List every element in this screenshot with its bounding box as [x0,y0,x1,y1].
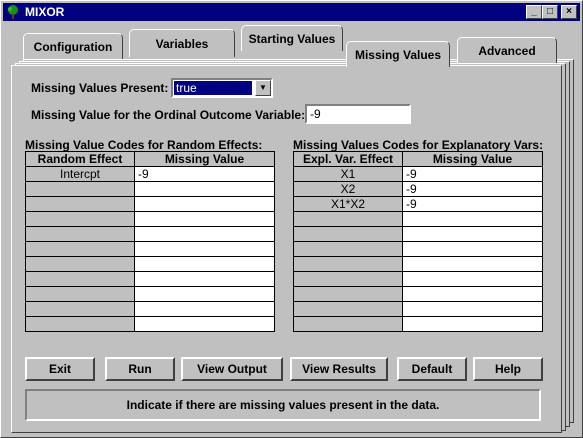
missing-value-cell[interactable] [402,301,543,317]
ordinal-missing-input[interactable]: -9 [305,104,411,124]
table-row [25,286,275,302]
table-row [25,181,275,197]
tab-configuration[interactable]: Configuration [23,33,123,59]
missing-value-cell[interactable]: -9 [402,196,543,212]
table-row [293,316,543,332]
explanatory-title: Missing Values Codes for Explanatory Var… [293,138,544,152]
effect-cell [25,211,135,227]
table-row [293,241,543,257]
missing-value-cell[interactable] [134,301,275,317]
missing-value-cell[interactable] [402,271,543,287]
chevron-down-icon[interactable]: ▼ [255,80,271,96]
tree-app-icon [8,5,18,19]
missing-value-cell[interactable] [134,256,275,272]
missing-value-cell[interactable] [134,196,275,212]
default-button[interactable]: Default [397,357,467,381]
run-button[interactable]: Run [105,357,175,381]
table-row [25,301,275,317]
effect-cell [293,301,403,317]
maximize-button[interactable]: □ [542,5,558,19]
missing-value-cell[interactable]: -9 [402,166,543,182]
table-row [25,211,275,227]
table-row: Intercpt -9 [25,166,275,182]
table-row: X1*X2 -9 [293,196,543,212]
ordinal-missing-label: Missing Value for the Ordinal Outcome Va… [31,108,306,122]
tab-variables[interactable]: Variables [129,29,235,57]
close-button[interactable]: × [561,5,577,19]
effect-cell [25,226,135,242]
column-header: Random Effect [25,151,135,167]
missing-value-cell[interactable] [402,286,543,302]
effect-cell [293,211,403,227]
column-header: Expl. Var. Effect [293,151,403,167]
table-row [293,256,543,272]
missing-value-cell[interactable] [134,211,275,227]
table-row [25,241,275,257]
table-row [293,271,543,287]
table-row [293,286,543,302]
effect-cell [293,271,403,287]
tab-advanced[interactable]: Advanced [457,37,557,63]
effect-cell [25,271,135,287]
effect-cell [25,256,135,272]
table-row: X2 -9 [293,181,543,197]
random-effects-title: Missing Value Codes for Random Effects: [25,138,263,152]
missing-value-cell[interactable] [134,271,275,287]
effect-cell [25,286,135,302]
column-header: Missing Value [134,151,275,167]
effect-cell [25,181,135,197]
help-button[interactable]: Help [473,357,543,381]
table-row [25,271,275,287]
main-window: MIXOR _ □ × Configuration Variables Star… [0,0,583,438]
table-row [25,316,275,332]
table-row: X1 -9 [293,166,543,182]
table-row [293,226,543,242]
window-title: MIXOR [25,5,65,19]
missing-present-label: Missing Values Present: [31,81,169,95]
missing-value-cell[interactable] [402,241,543,257]
table-row [25,226,275,242]
table-row [25,196,275,212]
effect-cell [25,241,135,257]
missing-value-cell[interactable] [134,226,275,242]
missing-value-cell[interactable] [402,226,543,242]
tab-starting-values[interactable]: Starting Values [241,25,343,51]
missing-present-select[interactable]: true ▼ [171,78,273,98]
missing-value-cell[interactable] [134,286,275,302]
missing-value-cell[interactable] [402,211,543,227]
effect-cell [293,316,403,332]
tab-missing-values[interactable]: Missing Values [346,41,450,67]
table-row [25,256,275,272]
effect-cell: Intercpt [25,166,135,182]
view-output-button[interactable]: View Output [181,357,283,381]
column-header: Missing Value [402,151,543,167]
missing-value-cell[interactable]: -9 [402,181,543,197]
effect-cell: X1*X2 [293,196,403,212]
title-bar[interactable]: MIXOR _ □ × [3,3,580,21]
table-row [293,211,543,227]
effect-cell [25,316,135,332]
explanatory-table: Expl. Var. Effect Missing Value X1 -9 X2 -9… [293,151,543,332]
exit-button[interactable]: Exit [25,357,95,381]
effect-cell [25,301,135,317]
missing-value-cell[interactable] [134,316,275,332]
status-bar: Indicate if there are missing values pre… [25,389,541,421]
effect-cell: X1 [293,166,403,182]
missing-value-cell[interactable] [402,256,543,272]
table-row [293,301,543,317]
missing-value-cell[interactable] [134,181,275,197]
effect-cell [25,196,135,212]
effect-cell [293,226,403,242]
effect-cell [293,241,403,257]
minimize-button[interactable]: _ [526,5,542,19]
effect-cell [293,286,403,302]
random-effects-table: Random Effect Missing Value Intercpt -9 [25,151,275,332]
missing-value-cell[interactable] [134,241,275,257]
missing-present-value: true [174,81,252,95]
missing-value-cell[interactable]: -9 [134,166,275,182]
view-results-button[interactable]: View Results [290,357,388,381]
missing-value-cell[interactable] [402,316,543,332]
effect-cell [293,256,403,272]
effect-cell: X2 [293,181,403,197]
